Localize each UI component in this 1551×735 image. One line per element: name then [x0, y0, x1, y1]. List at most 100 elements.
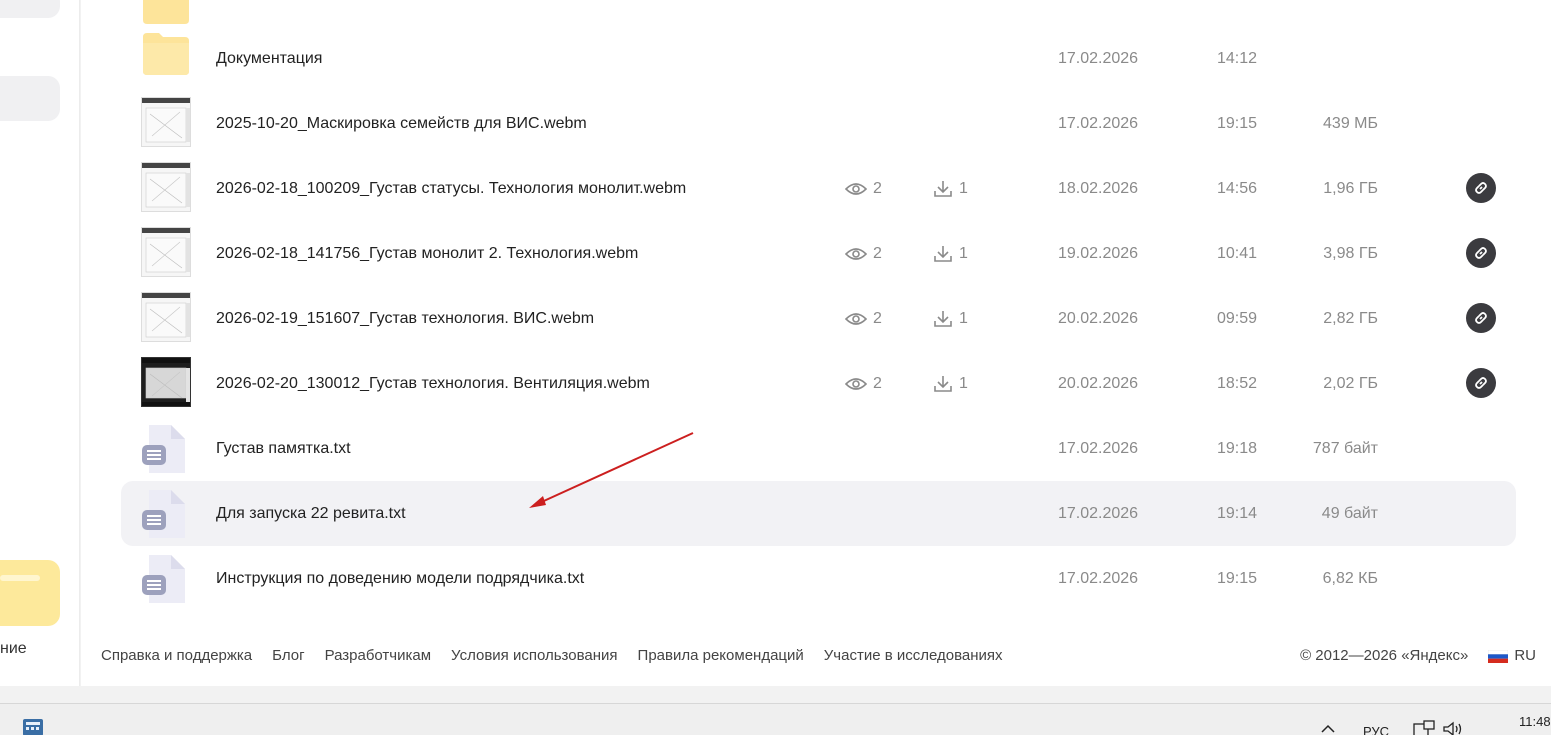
volume-icon[interactable] — [1442, 720, 1466, 735]
public-link-button[interactable] — [1466, 173, 1496, 203]
file-row[interactable]: 2025-10-20_Маскировка семейств для ВИС.w… — [121, 91, 1516, 156]
footer-link-recommendations[interactable]: Правила рекомендаций — [638, 647, 804, 664]
file-size: 2,02 ГБ — [1323, 375, 1378, 392]
file-row[interactable]: Инструкция по доведению модели подрядчик… — [121, 546, 1516, 611]
views-count: 2 — [873, 179, 882, 197]
file-size: 439 МБ — [1323, 115, 1378, 132]
sidebar-item[interactable] — [0, 76, 60, 121]
file-name[interactable]: 2026-02-20_130012_Густав технология. Вен… — [216, 351, 650, 416]
eye-icon — [845, 312, 867, 325]
file-date: 19.02.2026 — [1058, 245, 1139, 262]
link-icon — [1475, 247, 1487, 259]
file-list-panel: Документация 17.02.2026 14:12 2025-10-20_М… — [81, 0, 1551, 686]
eye-icon — [845, 247, 867, 260]
footer-link-terms[interactable]: Условия использования — [451, 647, 618, 664]
views-counter: 2 — [845, 221, 882, 286]
file-time: 09:59 — [1217, 310, 1258, 327]
file-row[interactable]: Для запуска 22 ревита.txt 17.02.2026 19:14… — [121, 481, 1516, 546]
download-icon — [934, 310, 952, 327]
file-size: 3,98 ГБ — [1323, 245, 1378, 262]
public-link-button[interactable] — [1466, 368, 1496, 398]
video-thumbnail — [141, 162, 191, 212]
sidebar-label: ние — [0, 640, 27, 657]
file-name[interactable]: 2025-10-20_Маскировка семейств для ВИС.w… — [216, 91, 587, 156]
eye-icon — [845, 182, 867, 195]
link-icon — [1475, 312, 1487, 324]
file-name[interactable]: Инструкция по доведению модели подрядчик… — [216, 546, 584, 611]
folder-icon — [143, 0, 189, 24]
file-name[interactable]: 2026-02-18_141756_Густав монолит 2. Техн… — [216, 221, 638, 286]
file-time: 14:12 — [1217, 50, 1258, 67]
file-date: 18.02.2026 — [1058, 180, 1139, 197]
file-row[interactable]: 2026-02-18_141756_Густав монолит 2. Техн… — [121, 221, 1516, 286]
sidebar-promo-card[interactable] — [0, 560, 60, 626]
downloads-counter: 1 — [933, 221, 968, 286]
file-date: 20.02.2026 — [1058, 310, 1139, 327]
file-time: 19:14 — [1217, 505, 1258, 522]
file-size: 6,82 КБ — [1322, 570, 1378, 587]
file-time: 19:15 — [1217, 115, 1258, 132]
sidebar-item[interactable] — [0, 0, 60, 18]
file-size: 1,96 ГБ — [1323, 180, 1378, 197]
file-date: 17.02.2026 — [1058, 570, 1139, 587]
file-time: 19:15 — [1217, 570, 1258, 587]
file-name[interactable]: 2026-02-18_100209_Густав статусы. Технол… — [216, 156, 686, 221]
file-name[interactable]: Для запуска 22 ревита.txt — [216, 481, 406, 546]
language-switch[interactable]: RU — [1488, 647, 1536, 664]
file-row[interactable]: 2026-02-19_151607_Густав технология. ВИС… — [121, 286, 1516, 351]
views-count: 2 — [873, 309, 882, 327]
file-size: 787 байт — [1312, 440, 1378, 457]
calculator-app-icon[interactable] — [22, 718, 44, 735]
file-row[interactable]: Документация 17.02.2026 14:12 — [121, 26, 1516, 91]
file-size: 2,82 ГБ — [1323, 310, 1378, 327]
file-date: 17.02.2026 — [1058, 440, 1139, 457]
russia-flag-icon — [1488, 649, 1509, 663]
views-counter: 2 — [845, 286, 882, 351]
footer-link-blog[interactable]: Блог — [272, 647, 304, 664]
text-file-icon — [142, 490, 185, 538]
eye-icon — [845, 377, 867, 390]
views-count: 2 — [873, 244, 882, 262]
video-thumbnail — [141, 97, 191, 147]
download-icon — [934, 180, 952, 197]
chevron-up-icon[interactable] — [1320, 722, 1336, 734]
text-file-icon — [142, 425, 185, 473]
downloads-count: 1 — [959, 374, 968, 392]
file-row[interactable]: 2026-02-18_100209_Густав статусы. Технол… — [121, 156, 1516, 221]
file-name[interactable]: 2026-02-19_151607_Густав технология. ВИС… — [216, 286, 594, 351]
download-icon — [934, 375, 952, 392]
views-count: 2 — [873, 374, 882, 392]
file-row[interactable] — [121, 0, 1516, 25]
public-link-button[interactable] — [1466, 303, 1496, 333]
copyright: © 2012—2026 «Яндекс» — [1300, 647, 1469, 664]
file-name[interactable]: Документация — [216, 26, 322, 91]
sidebar: ние — [0, 0, 80, 686]
folder-icon — [143, 33, 189, 75]
footer-link-developers[interactable]: Разработчикам — [325, 647, 431, 664]
downloads-counter: 1 — [933, 351, 968, 416]
footer-right: © 2012—2026 «Яндекс» RU — [1300, 647, 1536, 664]
file-name[interactable]: Густав памятка.txt — [216, 416, 351, 481]
footer-link-research[interactable]: Участие в исследованиях — [824, 647, 1003, 664]
downloads-counter: 1 — [933, 286, 968, 351]
keyboard-language[interactable]: РУС — [1363, 724, 1389, 735]
taskbar: РУС 11:48 — [0, 703, 1551, 735]
file-date: 17.02.2026 — [1058, 50, 1139, 67]
downloads-count: 1 — [959, 179, 968, 197]
file-date: 17.02.2026 — [1058, 115, 1139, 132]
video-thumbnail — [141, 292, 191, 342]
file-time: 14:56 — [1217, 180, 1258, 197]
link-icon — [1475, 182, 1487, 194]
file-row[interactable]: 2026-02-20_130012_Густав технология. Вен… — [121, 351, 1516, 416]
views-counter: 2 — [845, 156, 882, 221]
video-thumbnail — [141, 227, 191, 277]
file-row[interactable]: Густав памятка.txt 17.02.2026 19:18 787 бай… — [121, 416, 1516, 481]
footer-link-help[interactable]: Справка и поддержка — [101, 647, 252, 664]
downloads-counter: 1 — [933, 156, 968, 221]
views-counter: 2 — [845, 351, 882, 416]
clock[interactable]: 11:48 — [1519, 714, 1551, 729]
link-icon — [1475, 377, 1487, 389]
network-icon[interactable] — [1412, 720, 1438, 735]
file-time: 10:41 — [1217, 245, 1258, 262]
public-link-button[interactable] — [1466, 238, 1496, 268]
